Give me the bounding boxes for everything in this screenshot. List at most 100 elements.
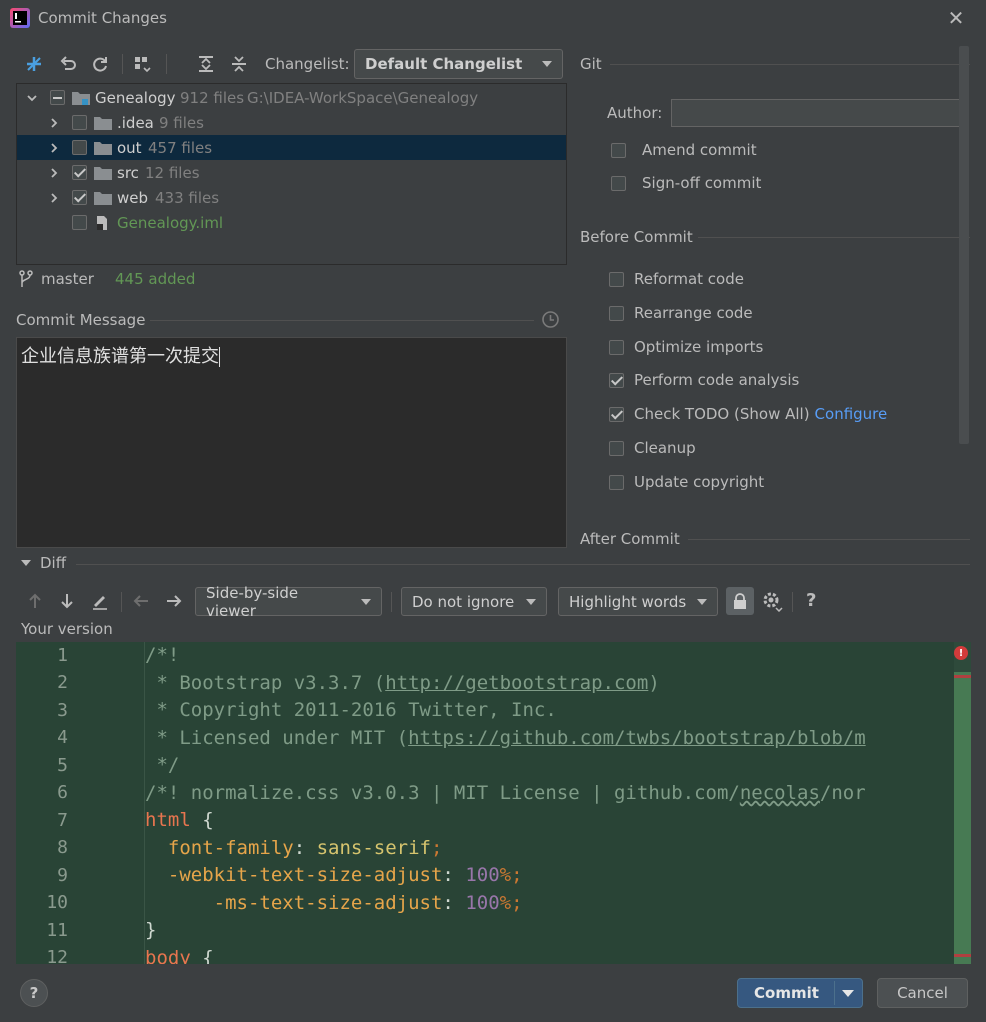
code-analysis-checkbox[interactable]: Perform code analysis (609, 371, 799, 389)
arrow-right-icon[interactable] (162, 589, 186, 613)
before-commit-header: Before Commit (580, 228, 693, 246)
check-todo-checkbox[interactable]: Check TODO (Show All) Configure (609, 405, 887, 423)
lock-icon[interactable] (726, 587, 754, 615)
toolbar-separator (122, 54, 123, 74)
author-label: Author: (607, 104, 663, 122)
tree-item-checkbox[interactable] (72, 165, 87, 180)
rearrange-code-checkbox[interactable]: Rearrange code (609, 304, 753, 322)
checkbox-box[interactable] (609, 406, 624, 422)
configure-link[interactable]: Configure (815, 405, 888, 423)
arrow-left-icon[interactable] (129, 589, 153, 613)
update-copyright-checkbox[interactable]: Update copyright (609, 473, 764, 491)
chevron-down-icon (697, 598, 707, 605)
tree-item-src[interactable]: src 12 files (17, 160, 566, 185)
checkbox-box[interactable] (609, 440, 624, 456)
code-line: */ (145, 754, 180, 776)
options-scrollbar[interactable] (959, 46, 969, 444)
help-icon[interactable]: ? (806, 590, 816, 611)
code-line: -webkit-text-size-adjust: 100%; (145, 864, 523, 886)
diff-editor[interactable]: 1 2 3 4 5 6 7 8 9 10 11 12 /*! * Bootstr… (16, 642, 971, 964)
signoff-commit-label: Sign-off commit (642, 174, 762, 192)
line-number: 6 (57, 782, 68, 803)
rollback-icon[interactable] (56, 52, 80, 76)
tree-item-checkbox[interactable] (72, 215, 87, 230)
code-content[interactable]: /*! * Bootstrap v3.3.7 (http://getbootst… (145, 642, 866, 964)
changes-tree[interactable]: Genealogy 912 files G:\IDEA-WorkSpace\Ge… (16, 83, 567, 265)
settings-gear-icon[interactable] (760, 589, 784, 613)
commit-message-label: Commit Message (16, 311, 146, 329)
chevron-down-icon[interactable] (20, 558, 32, 568)
changelist-value: Default Changelist (365, 55, 523, 73)
folder-icon (94, 192, 112, 205)
line-number: 4 (57, 727, 68, 748)
optimize-imports-checkbox[interactable]: Optimize imports (609, 338, 763, 356)
line-number: 1 (57, 645, 68, 666)
arrow-up-icon[interactable] (23, 589, 47, 613)
reformat-code-checkbox[interactable]: Reformat code (609, 270, 744, 288)
chevron-right-icon[interactable] (48, 167, 60, 179)
checkbox-box[interactable] (609, 372, 624, 388)
expand-all-icon[interactable] (194, 52, 218, 76)
ignore-dropdown[interactable]: Do not ignore (401, 587, 547, 616)
changelist-dropdown[interactable]: Default Changelist (354, 49, 563, 79)
amend-commit-label: Amend commit (642, 141, 757, 159)
editor-scrollbar[interactable] (954, 642, 971, 964)
tree-root-name: Genealogy (95, 88, 176, 107)
commit-button[interactable]: Commit (737, 978, 863, 1008)
line-number: 8 (57, 837, 68, 858)
branch-name[interactable]: master (41, 270, 94, 288)
toolbar-separator (792, 592, 793, 612)
folder-icon (94, 167, 112, 180)
highlight-dropdown[interactable]: Highlight words (558, 587, 718, 616)
refresh-icon[interactable] (88, 52, 112, 76)
tree-root-checkbox[interactable] (50, 90, 65, 105)
checkbox-box[interactable] (611, 175, 626, 191)
viewer-dropdown[interactable]: Side-by-side viewer (195, 584, 382, 620)
tree-item-checkbox[interactable] (72, 190, 87, 205)
tree-root-row[interactable]: Genealogy 912 files G:\IDEA-WorkSpace\Ge… (17, 85, 566, 110)
checkbox-box[interactable] (609, 271, 624, 287)
tree-item-idea[interactable]: .idea 9 files (17, 110, 566, 135)
arrow-down-icon[interactable] (55, 589, 79, 613)
diff-header[interactable]: Diff (40, 554, 66, 572)
chevron-right-icon[interactable] (48, 192, 60, 204)
chevron-down-icon[interactable] (26, 92, 38, 104)
branch-icon (19, 270, 33, 287)
cancel-button[interactable]: Cancel (877, 978, 968, 1008)
line-number: 5 (57, 755, 68, 776)
checkbox-box[interactable] (609, 339, 624, 355)
amend-commit-checkbox[interactable]: Amend commit (611, 141, 757, 159)
commit-message-input[interactable]: 企业信息族谱第一次提交 (16, 337, 567, 548)
edit-icon[interactable] (88, 589, 112, 613)
tree-item-iml[interactable]: Genealogy.iml (17, 210, 566, 235)
code-line: body { (145, 947, 214, 964)
tree-item-checkbox[interactable] (72, 115, 87, 130)
group-by-icon[interactable] (130, 52, 154, 76)
chevron-right-icon[interactable] (48, 142, 60, 154)
tree-item-out[interactable]: out 457 files (17, 135, 566, 160)
history-icon[interactable] (541, 310, 560, 329)
chevron-right-icon[interactable] (48, 117, 60, 129)
checkbox-box[interactable] (609, 305, 624, 321)
tree-item-checkbox[interactable] (72, 140, 87, 155)
help-button[interactable]: ? (20, 979, 48, 1007)
divider (698, 237, 970, 238)
checkbox-box[interactable] (611, 142, 626, 158)
tree-item-web[interactable]: web 433 files (17, 185, 566, 210)
code-line: html { (145, 809, 214, 831)
collapse-all-icon[interactable] (227, 52, 251, 76)
signoff-commit-checkbox[interactable]: Sign-off commit (611, 174, 761, 192)
line-number: 3 (57, 700, 68, 721)
show-diff-icon[interactable] (22, 52, 46, 76)
close-icon[interactable]: ✕ (946, 8, 966, 28)
checkbox-box[interactable] (609, 474, 624, 490)
cleanup-checkbox[interactable]: Cleanup (609, 439, 696, 457)
divider (150, 320, 534, 321)
author-input[interactable] (671, 99, 964, 127)
chevron-down-icon[interactable] (842, 990, 854, 997)
line-gutter: 1 2 3 4 5 6 7 8 9 10 11 12 (16, 642, 144, 964)
rearrange-code-label: Rearrange code (634, 304, 753, 322)
module-folder-icon (72, 92, 90, 105)
divider (76, 564, 970, 565)
error-indicator-icon[interactable]: ! (954, 646, 968, 660)
